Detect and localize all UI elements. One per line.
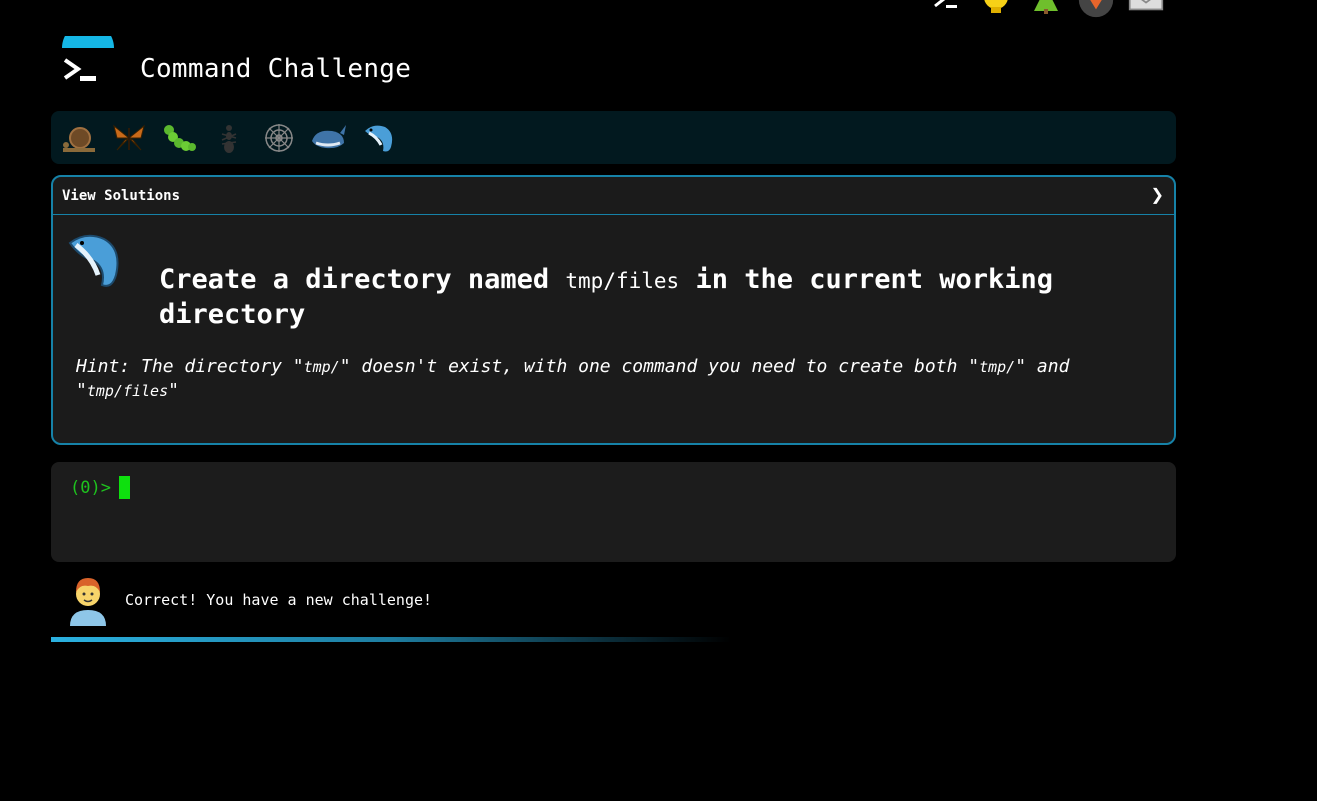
ant-icon[interactable]	[209, 118, 249, 158]
hint-part-1: Hint: The directory "	[76, 356, 304, 377]
terminal[interactable]: (0)>	[51, 462, 1176, 562]
dolphin-icon	[66, 231, 126, 297]
command-challenge-logo[interactable]	[58, 22, 118, 88]
hint-part-4: "	[168, 380, 179, 401]
dolphin-icon[interactable]	[359, 118, 399, 158]
hint-code-2: tmp/	[979, 358, 1016, 376]
progress-bar	[51, 637, 731, 642]
caterpillar-icon[interactable]	[159, 118, 199, 158]
view-solutions-label: View Solutions	[62, 187, 181, 204]
top-icon-bar	[928, 0, 1164, 18]
person-icon	[66, 574, 110, 630]
terminal-prompt: (0)>	[70, 478, 111, 498]
hint-code-1: tmp/	[303, 358, 340, 376]
status-message: Correct! You have a new challenge!	[125, 591, 433, 609]
challenge-text: Create a directory named tmp/files in th…	[159, 263, 1079, 332]
mail-icon[interactable]	[1128, 0, 1164, 14]
challenge-card: View Solutions ❯ Create a directory name…	[51, 175, 1176, 445]
level-selector	[51, 111, 1176, 164]
gitlab-fox-icon[interactable]	[1078, 0, 1114, 18]
page-title: Command Challenge	[140, 54, 412, 84]
hint-part-2: " doesn't exist, with one command you ne…	[339, 356, 980, 377]
terminal-cursor	[119, 476, 130, 499]
spider-web-icon[interactable]	[259, 118, 299, 158]
tree-icon[interactable]	[1028, 0, 1064, 14]
chevron-right-icon[interactable]: ❯	[1151, 183, 1164, 208]
challenge-code: tmp/files	[565, 269, 680, 293]
butterfly-icon[interactable]	[109, 118, 149, 158]
view-solutions-toggle[interactable]: View Solutions ❯	[53, 177, 1174, 215]
lightbulb-icon[interactable]	[978, 0, 1014, 14]
terminal-icon[interactable]	[928, 0, 964, 14]
hint-text: Hint: The directory "tmp/" doesn't exist…	[76, 355, 1116, 403]
snail-icon[interactable]	[59, 118, 99, 158]
hint-code-3: tmp/files	[86, 382, 169, 400]
whale-icon[interactable]	[309, 118, 349, 158]
challenge-text-start: Create a directory named	[159, 264, 566, 295]
